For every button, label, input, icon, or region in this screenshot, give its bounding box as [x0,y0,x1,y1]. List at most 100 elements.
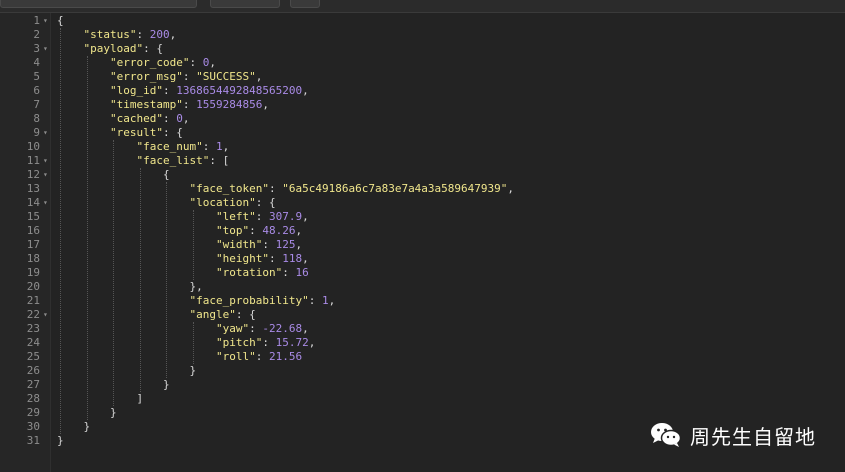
json-punctuation: : [136,28,150,41]
code-line[interactable]: 26} [0,364,845,378]
json-key: "face_num" [136,140,203,153]
json-punctuation: , [302,210,309,223]
line-number: 15 [26,210,40,223]
code-line[interactable]: 21 "face_probability": 1, [0,294,845,308]
json-number: 16 [295,266,309,279]
json-punctuation: ] [136,392,144,405]
code-line[interactable]: 27} [0,378,845,392]
indent-guide [113,140,114,406]
code-line[interactable]: 5 "error_msg": "SUCCESS", [0,70,845,84]
code-line[interactable]: 22 ▾ "angle": { [0,308,845,322]
toolbar-button[interactable] [210,0,280,8]
code-editor[interactable]: 1 ▾{2 "status": 200, 3 ▾ "payload": {4 "error_… [0,13,845,472]
json-key: "left" [216,210,256,223]
code-line[interactable]: 13 "face_token": "6a5c49186a6c7a83e7a4a3a… [0,182,845,196]
line-number: 8 [33,112,40,125]
code-text: "error_msg": "SUCCESS", [110,70,262,84]
json-key: "face_probability" [189,294,309,307]
code-line[interactable]: 11 ▾ "face_list": [ [0,154,845,168]
fold-toggle-icon[interactable]: ▾ [43,154,48,168]
code-line[interactable]: 14 ▾ "location": { [0,196,845,210]
json-number: 0 [176,112,183,125]
fold-toggle-icon[interactable]: ▾ [43,168,48,182]
json-punctuation: }, [189,280,203,293]
code-line[interactable]: 8 "cached": 0, [0,112,845,126]
json-punctuation: , [255,70,263,83]
code-line[interactable]: 4 "error_code": 0, [0,56,845,70]
code-line[interactable]: 9 ▾ "result": { [0,126,845,140]
code-text: "yaw": -22.68, [216,322,309,336]
code-line[interactable]: 25 "roll": 21.56 [0,350,845,364]
code-line[interactable]: 12 ▾ { [0,168,845,182]
code-text: "payload": { [84,42,163,56]
line-number: 26 [26,364,40,377]
line-number: 1 [33,14,40,27]
indent-guide [166,182,167,378]
code-text: }, [190,280,203,294]
code-line[interactable]: 23 "yaw": -22.68, [0,322,845,336]
json-punctuation: : [202,140,216,153]
code-line[interactable]: 7 "timestamp": 1559284856, [0,98,845,112]
code-line[interactable]: 1 ▾ { [0,14,845,28]
code-line[interactable]: 18 "height": 118, [0,252,845,266]
line-number: 14 [26,196,40,209]
code-line[interactable]: 17 "width": 125, [0,238,845,252]
json-punctuation: } [110,406,117,419]
fold-toggle-icon[interactable]: ▾ [43,308,48,322]
json-punctuation: , [169,28,177,41]
code-line[interactable]: 15 "left": 307.9, [0,210,845,224]
line-number: 22 [26,308,40,321]
code-line[interactable]: 28] [0,392,845,406]
code-text: "roll": 21.56 [216,350,302,364]
json-punctuation: , [295,238,303,251]
code-line[interactable]: 6 "log_id": 1368654492848565200, [0,84,845,98]
code-text: } [57,434,64,448]
json-key: "angle" [189,308,236,321]
code-line[interactable]: 16 "top": 48.26, [0,224,845,238]
json-punctuation: : [ [209,154,230,167]
json-key: "timestamp" [110,98,183,111]
json-punctuation: : [182,70,197,83]
json-key: "roll" [216,350,256,363]
indent-guide [192,322,194,364]
json-punctuation: { [163,168,170,181]
code-text: "location": { [190,196,276,210]
code-line[interactable]: 10 "face_num": 1, [0,140,845,154]
json-number: 1559284856 [196,98,263,111]
fold-toggle-icon[interactable]: ▾ [43,126,48,140]
line-number: 2 [33,28,40,41]
json-punctuation: : [268,252,283,265]
json-punctuation: : [189,56,203,69]
code-line[interactable]: 2 "status": 200, [0,28,845,42]
code-text: "pitch": 15.72, [216,336,315,350]
json-number: 48.26 [262,224,296,237]
code-text: "error_code": 0, [110,56,216,70]
toolbar-field[interactable] [0,0,197,8]
json-punctuation: , [182,112,190,125]
json-punctuation: , [308,336,316,349]
json-punctuation: : [268,182,283,195]
code-line[interactable]: 29} [0,406,845,420]
code-line[interactable]: 24 "pitch": 15.72, [0,336,845,350]
json-key: "payload" [83,42,144,55]
json-punctuation: , [222,140,230,153]
line-number: 18 [26,252,40,265]
fold-toggle-icon[interactable]: ▾ [43,42,48,56]
json-key: "status" [83,28,137,41]
code-text: "top": 48.26, [216,224,302,238]
toolbar-button[interactable] [290,0,320,8]
code-text: ] [137,392,144,406]
json-punctuation: : [162,84,177,97]
code-text: } [190,364,197,378]
watermark: 周先生自留地 [650,420,816,450]
code-line[interactable]: 3 ▾ "payload": { [0,42,845,56]
line-number: 17 [26,238,40,251]
code-text: "face_list": [ [137,154,230,168]
json-punctuation: , [262,98,269,111]
json-punctuation: , [507,182,515,195]
code-line[interactable]: 19 "rotation": 16 [0,266,845,280]
code-line[interactable]: 20}, [0,280,845,294]
fold-toggle-icon[interactable]: ▾ [43,196,48,210]
fold-toggle-icon[interactable]: ▾ [43,14,48,28]
indent-guide [60,28,61,434]
